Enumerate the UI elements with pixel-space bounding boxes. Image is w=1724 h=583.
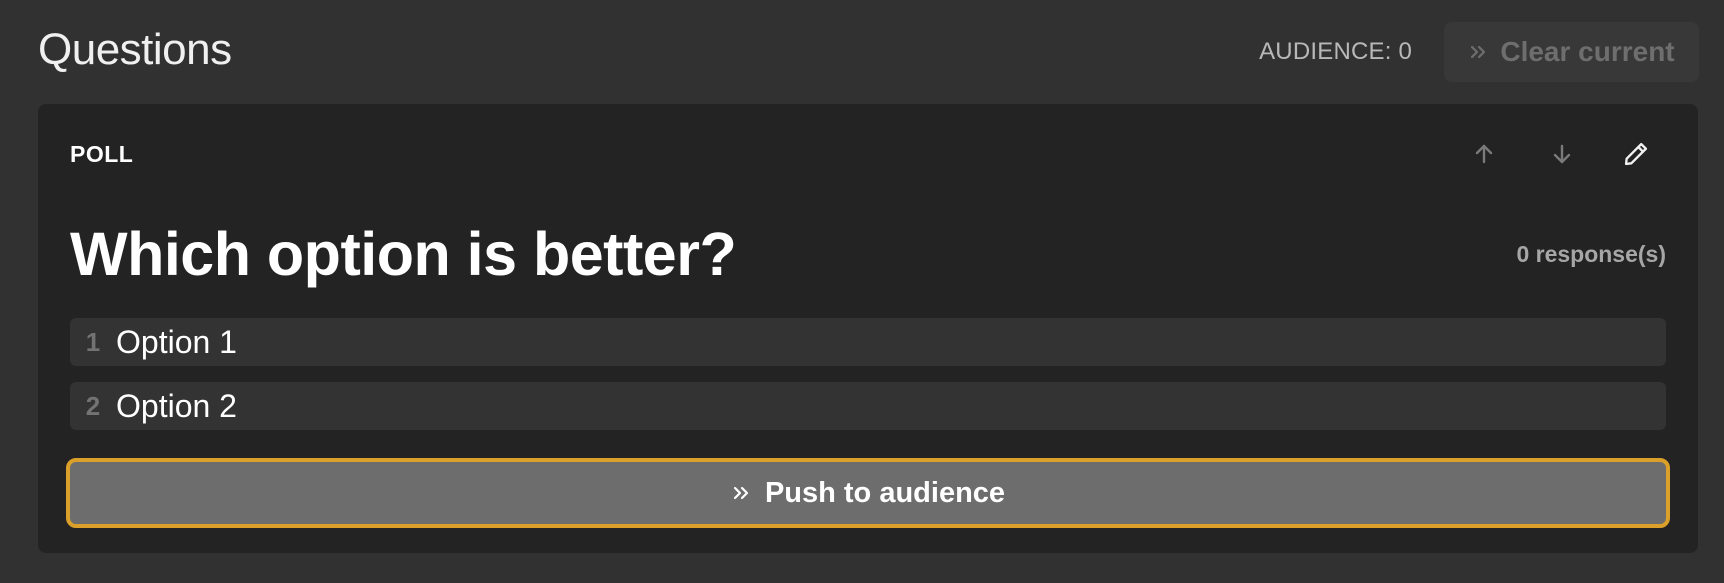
- poll-option: 1 Option 1: [70, 318, 1666, 366]
- poll-card: POLL Which option is better? 0 response(…: [38, 104, 1698, 553]
- arrow-up-icon: [1472, 142, 1496, 166]
- response-count: 0 response(s): [1516, 241, 1666, 267]
- page-title: Questions: [38, 25, 232, 74]
- arrow-down-icon: [1550, 142, 1574, 166]
- option-label: Option 2: [116, 387, 237, 424]
- edit-button[interactable]: [1614, 132, 1658, 176]
- poll-option: 2 Option 2: [70, 382, 1666, 430]
- header: Questions AUDIENCE: 0 Clear current: [0, 0, 1724, 104]
- move-down-button[interactable]: [1540, 132, 1584, 176]
- move-up-button[interactable]: [1462, 132, 1506, 176]
- option-number: 1: [85, 326, 101, 357]
- option-number: 2: [85, 390, 101, 421]
- clear-current-label: Clear current: [1500, 36, 1675, 67]
- pencil-icon: [1622, 140, 1650, 168]
- audience-count: AUDIENCE: 0: [1259, 38, 1412, 65]
- clear-current-button[interactable]: Clear current: [1444, 22, 1699, 82]
- double-chevron-right-icon: [1468, 42, 1488, 62]
- double-chevron-right-icon: [731, 483, 751, 503]
- push-to-audience-label: Push to audience: [764, 476, 1006, 509]
- question-type-label: POLL: [70, 141, 134, 167]
- push-to-audience-button[interactable]: Push to audience: [66, 458, 1670, 528]
- option-label: Option 1: [116, 323, 237, 360]
- question-title: Which option is better?: [70, 220, 737, 288]
